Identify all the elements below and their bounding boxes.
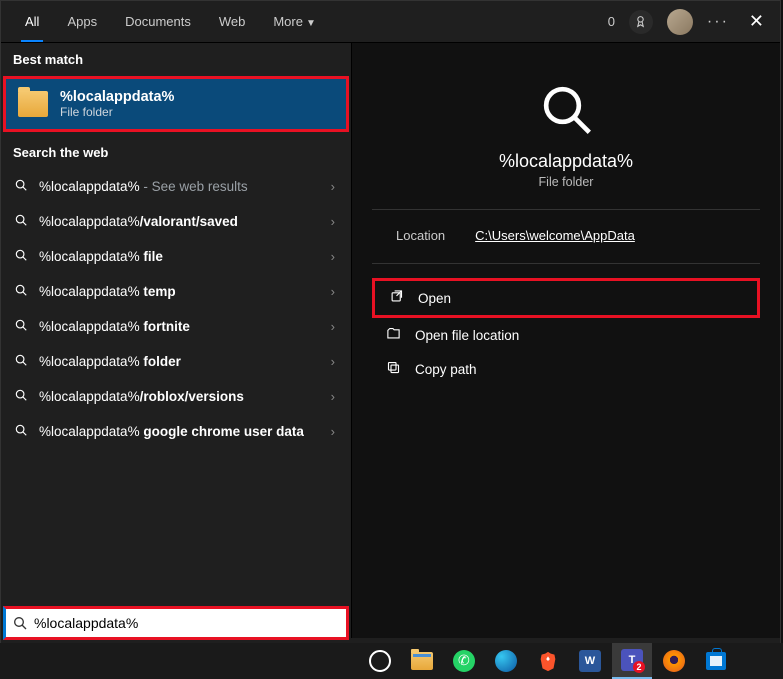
web-result-text: %localappdata%/valorant/saved — [39, 214, 321, 229]
taskbar-cortana[interactable] — [360, 643, 400, 679]
chevron-down-icon: ▼ — [306, 18, 316, 29]
web-result-item[interactable]: %localappdata%/valorant/saved › — [1, 204, 351, 239]
taskbar-word[interactable]: W — [570, 643, 610, 679]
search-icon — [13, 213, 29, 230]
open-location-icon — [386, 326, 401, 344]
location-row: Location C:\Users\welcome\AppData — [372, 224, 760, 257]
divider — [372, 209, 760, 210]
rewards-icon[interactable] — [629, 10, 653, 34]
close-icon[interactable]: ✕ — [743, 7, 770, 36]
location-value[interactable]: C:\Users\welcome\AppData — [475, 228, 635, 243]
best-match-text: %localappdata% File folder — [60, 89, 174, 119]
taskbar-teams[interactable]: T — [612, 643, 652, 679]
web-result-item[interactable]: %localappdata% file › — [1, 239, 351, 274]
brave-icon — [537, 650, 559, 672]
more-options-icon[interactable]: ··· — [707, 13, 729, 31]
detail-subtitle: File folder — [372, 175, 760, 189]
section-search-web-label: Search the web — [1, 136, 351, 169]
web-result-item[interactable]: %localappdata% fortnite › — [1, 309, 351, 344]
store-icon — [706, 652, 726, 670]
teams-icon: T — [621, 649, 643, 671]
best-match-highlight: %localappdata% File folder — [3, 76, 349, 132]
chevron-right-icon: › — [331, 249, 335, 264]
taskbar: W T — [0, 643, 783, 679]
rewards-count: 0 — [608, 14, 615, 29]
chevron-right-icon: › — [331, 319, 335, 334]
taskbar-edge[interactable] — [486, 643, 526, 679]
detail-title: %localappdata% — [372, 151, 760, 172]
tab-all[interactable]: All — [11, 2, 53, 41]
search-icon — [12, 615, 28, 631]
word-icon: W — [579, 650, 601, 672]
action-label: Open file location — [415, 328, 519, 343]
filter-tabs: All Apps Documents Web More▼ — [11, 2, 330, 41]
web-results-list: %localappdata% - See web results›%locala… — [1, 169, 351, 449]
action-copy[interactable]: Copy path — [372, 352, 760, 386]
taskbar-brave[interactable] — [528, 643, 568, 679]
search-icon — [13, 178, 29, 195]
chevron-right-icon: › — [331, 424, 335, 439]
search-icon — [13, 283, 29, 300]
web-result-item[interactable]: %localappdata% folder › — [1, 344, 351, 379]
web-result-text: %localappdata% google chrome user data — [39, 424, 321, 439]
web-result-item[interactable]: %localappdata%/roblox/versions › — [1, 379, 351, 414]
taskbar-explorer[interactable] — [402, 643, 442, 679]
body: Best match %localappdata% File folder Se… — [1, 43, 780, 638]
web-result-text: %localappdata% fortnite — [39, 319, 321, 334]
tab-documents[interactable]: Documents — [111, 2, 205, 41]
action-open[interactable]: Open — [372, 278, 760, 318]
taskbar-store[interactable] — [696, 643, 736, 679]
chevron-right-icon: › — [331, 284, 335, 299]
web-result-text: %localappdata%/roblox/versions — [39, 389, 321, 404]
actions-list: Open Open file location Copy path — [372, 278, 760, 386]
tab-web[interactable]: Web — [205, 2, 260, 41]
chevron-right-icon: › — [331, 389, 335, 404]
firefox-icon — [663, 650, 685, 672]
chevron-right-icon: › — [331, 179, 335, 194]
tab-more[interactable]: More▼ — [259, 2, 330, 41]
best-match-subtitle: File folder — [60, 105, 174, 119]
taskbar-whatsapp[interactable] — [444, 643, 484, 679]
search-icon — [13, 248, 29, 265]
search-icon — [13, 318, 29, 335]
web-result-text: %localappdata% folder — [39, 354, 321, 369]
edge-icon — [495, 650, 517, 672]
search-icon — [13, 423, 29, 440]
detail-search-icon — [372, 81, 760, 137]
web-result-text: %localappdata% file — [39, 249, 321, 264]
whatsapp-icon — [453, 650, 475, 672]
user-avatar[interactable] — [667, 9, 693, 35]
web-result-text: %localappdata% temp — [39, 284, 321, 299]
header-right: 0 ··· ✕ — [608, 7, 770, 36]
search-window: All Apps Documents Web More▼ 0 ··· ✕ Bes… — [0, 0, 781, 677]
folder-icon — [18, 91, 48, 117]
chevron-right-icon: › — [331, 214, 335, 229]
results-panel: Best match %localappdata% File folder Se… — [1, 43, 351, 638]
detail-panel: %localappdata% File folder Location C:\U… — [351, 43, 780, 638]
best-match-title: %localappdata% — [60, 89, 174, 105]
copy-icon — [386, 360, 401, 378]
divider — [372, 263, 760, 264]
file-explorer-icon — [411, 652, 433, 670]
action-label: Open — [418, 291, 451, 306]
search-icon — [13, 353, 29, 370]
header: All Apps Documents Web More▼ 0 ··· ✕ — [1, 1, 780, 43]
cortana-icon — [369, 650, 391, 672]
location-label: Location — [396, 228, 445, 243]
web-result-text: %localappdata% - See web results — [39, 179, 321, 194]
action-open-location[interactable]: Open file location — [372, 318, 760, 352]
chevron-right-icon: › — [331, 354, 335, 369]
web-result-item[interactable]: %localappdata% temp › — [1, 274, 351, 309]
open-icon — [389, 289, 404, 307]
web-result-item[interactable]: %localappdata% - See web results › — [1, 169, 351, 204]
action-label: Copy path — [415, 362, 477, 377]
section-best-match-label: Best match — [1, 43, 351, 76]
search-box[interactable] — [3, 606, 349, 640]
taskbar-firefox[interactable] — [654, 643, 694, 679]
web-result-item[interactable]: %localappdata% google chrome user data › — [1, 414, 351, 449]
search-icon — [13, 388, 29, 405]
best-match-item[interactable]: %localappdata% File folder — [6, 79, 346, 129]
search-input[interactable] — [34, 615, 340, 631]
tab-apps[interactable]: Apps — [53, 2, 111, 41]
